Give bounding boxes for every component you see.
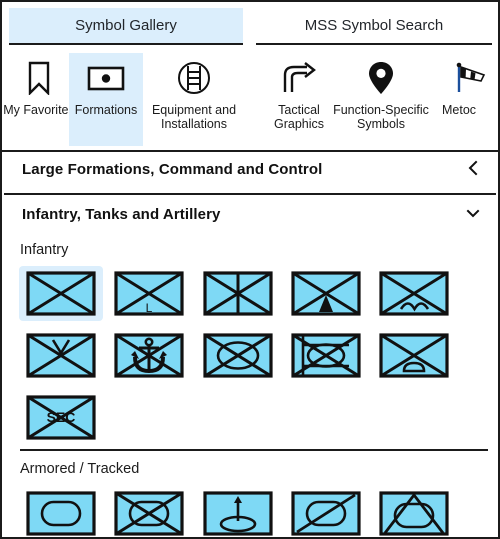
section-header-large-formations-title: Large Formations, Command and Control bbox=[22, 161, 323, 178]
symbol-armored-air-defense bbox=[379, 491, 449, 536]
bookmark-icon bbox=[2, 57, 76, 99]
chevron-down-icon[interactable] bbox=[466, 205, 480, 221]
symbol-infantry-naval-marine bbox=[114, 333, 184, 378]
symbol-tile-armored-air-defense[interactable] bbox=[372, 486, 456, 537]
section-header-infantry-tanks-artillery[interactable]: Infantry, Tanks and Artillery bbox=[4, 197, 496, 237]
section-header-large-formations[interactable]: Large Formations, Command and Control bbox=[4, 152, 496, 195]
symbol-tile-infantry-motorized[interactable] bbox=[196, 266, 280, 321]
section-header-infantry-tanks-artillery-title: Infantry, Tanks and Artillery bbox=[22, 206, 221, 223]
curved-arrow-icon bbox=[262, 57, 336, 99]
category-my-favorites-label: My Favorites bbox=[3, 103, 75, 117]
category-metoc[interactable]: Metoc bbox=[442, 53, 498, 146]
symbol-tile-infantry-mechanized[interactable] bbox=[196, 328, 280, 383]
symbol-infantry-mechanized bbox=[203, 333, 273, 378]
symbol-infantry-light: L bbox=[114, 271, 184, 316]
tab-symbol-gallery[interactable]: Symbol Gallery bbox=[9, 8, 243, 45]
symbol-tile-infantry-mountain[interactable] bbox=[284, 266, 368, 321]
symbol-tile-infantry-naval-marine[interactable] bbox=[107, 328, 191, 383]
tab-bar: Symbol Gallery MSS Symbol Search bbox=[2, 2, 498, 49]
category-function-specific-symbols[interactable]: Function-Specific Symbols bbox=[333, 53, 429, 146]
symbol-tile-infantry-amphibious[interactable] bbox=[372, 328, 456, 383]
windsock-icon bbox=[442, 57, 498, 99]
symbol-infantry-airborne bbox=[379, 271, 449, 316]
category-formations[interactable]: Formations bbox=[69, 53, 143, 146]
category-equipment-and-installations-label: Equipment and Installations bbox=[151, 103, 237, 131]
chevron-left-icon[interactable] bbox=[466, 160, 480, 176]
symbol-infantry-security: SEC bbox=[26, 395, 96, 440]
category-tactical-graphics[interactable]: Tactical Graphics bbox=[262, 53, 336, 146]
symbol-tile-armored-tracked[interactable] bbox=[19, 486, 103, 537]
category-metoc-label: Metoc bbox=[442, 103, 477, 117]
category-my-favorites[interactable]: My Favorites bbox=[2, 53, 76, 146]
formation-rectangle-dot-icon bbox=[69, 57, 143, 99]
symbol-modifier-label: SEC bbox=[47, 409, 76, 425]
symbol-tile-infantry[interactable] bbox=[19, 266, 103, 321]
category-tactical-graphics-label: Tactical Graphics bbox=[273, 103, 325, 131]
group-label-armored-tracked: Armored / Tracked bbox=[20, 461, 140, 477]
category-formations-label: Formations bbox=[74, 103, 138, 117]
symbol-infantry bbox=[26, 271, 96, 316]
symbol-tile-armored-reconnaissance[interactable] bbox=[107, 486, 191, 537]
symbol-tile-armored-antitank[interactable] bbox=[196, 486, 280, 537]
tab-mss-symbol-search-label: MSS Symbol Search bbox=[304, 17, 444, 34]
symbol-armored-wheeled bbox=[291, 491, 361, 536]
group-divider bbox=[20, 449, 488, 451]
symbol-infantry-air-assault bbox=[26, 333, 96, 378]
category-strip: My Favorites Formations Equipment and In… bbox=[2, 47, 498, 152]
symbol-gallery-window: Symbol Gallery MSS Symbol Search My Favo… bbox=[0, 0, 500, 539]
symbol-armored-reconnaissance bbox=[114, 491, 184, 536]
symbol-tile-armored-wheeled[interactable] bbox=[284, 486, 368, 537]
symbol-infantry-mountain bbox=[291, 271, 361, 316]
symbol-modifier-label: L bbox=[146, 301, 153, 315]
symbol-armored-antitank bbox=[203, 491, 273, 536]
symbol-infantry-amphibious bbox=[379, 333, 449, 378]
map-pin-icon bbox=[344, 57, 418, 99]
symbol-armored-tracked bbox=[26, 491, 96, 536]
tab-mss-symbol-search[interactable]: MSS Symbol Search bbox=[256, 8, 492, 45]
symbol-tile-infantry-airborne[interactable] bbox=[372, 266, 456, 321]
circle-ladder-icon bbox=[157, 57, 231, 99]
symbol-tile-infantry-light[interactable]: L bbox=[107, 266, 191, 321]
symbol-infantry-mechanized-tracked bbox=[291, 333, 361, 378]
tab-symbol-gallery-label: Symbol Gallery bbox=[75, 17, 177, 34]
symbol-tile-infantry-mechanized-tracked[interactable] bbox=[284, 328, 368, 383]
symbol-tile-infantry-security[interactable]: SEC bbox=[19, 390, 103, 445]
group-label-infantry: Infantry bbox=[20, 242, 69, 258]
symbol-infantry-motorized bbox=[203, 271, 273, 316]
symbol-tile-infantry-air-assault[interactable] bbox=[19, 328, 103, 383]
category-function-specific-symbols-label: Function-Specific Symbols bbox=[333, 103, 429, 131]
category-equipment-and-installations[interactable]: Equipment and Installations bbox=[152, 53, 236, 146]
